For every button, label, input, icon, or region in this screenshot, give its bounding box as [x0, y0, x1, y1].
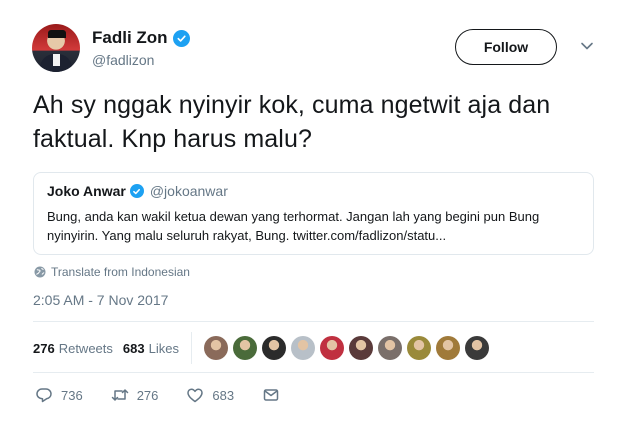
- chevron-down-icon[interactable]: [579, 38, 595, 54]
- quoted-tweet-text: Bung, anda kan wakil ketua dewan yang te…: [47, 209, 540, 243]
- liker-avatar[interactable]: [261, 336, 286, 360]
- tweet-timestamp[interactable]: 2:05 AM - 7 Nov 2017: [33, 292, 168, 308]
- liker-avatar[interactable]: [377, 336, 402, 360]
- envelope-icon: [263, 389, 279, 401]
- liker-avatar[interactable]: [203, 336, 228, 360]
- quoted-tweet[interactable]: Joko Anwar @jokoanwar Bung, anda kan wak…: [33, 172, 594, 255]
- direct-message-button[interactable]: [262, 386, 280, 404]
- liker-avatar[interactable]: [435, 336, 460, 360]
- globe-icon: [34, 266, 46, 278]
- reply-count: 736: [61, 387, 83, 403]
- follow-button[interactable]: Follow: [455, 29, 557, 65]
- tweet-actions: 736 276 683: [35, 386, 308, 404]
- stats-separator: [190, 332, 192, 364]
- author-display-name[interactable]: Fadli Zon: [92, 28, 168, 48]
- retweets-stat[interactable]: 276 Retweets: [33, 341, 113, 356]
- translate-link[interactable]: Translate from Indonesian: [34, 265, 190, 279]
- retweet-button[interactable]: 276: [111, 386, 159, 404]
- liker-avatar[interactable]: [290, 336, 315, 360]
- tweet-stats: 276 Retweets 683 Likes: [33, 332, 489, 364]
- liker-avatars: [203, 336, 489, 360]
- reply-button[interactable]: 736: [35, 386, 83, 404]
- quoted-author-name: Joko Anwar: [47, 183, 126, 199]
- author-name-row[interactable]: Fadli Zon: [92, 28, 190, 48]
- tweet-header: Fadli Zon @fadlizon Follow: [32, 20, 602, 76]
- retweet-count: 276: [136, 387, 159, 403]
- liker-avatar[interactable]: [406, 336, 431, 360]
- verified-badge-icon: [172, 29, 190, 47]
- like-count: 683: [212, 387, 235, 403]
- heart-icon: [187, 388, 204, 403]
- liker-avatar[interactable]: [348, 336, 373, 360]
- liker-avatar[interactable]: [464, 336, 489, 360]
- quoted-author-handle: @jokoanwar: [149, 183, 228, 199]
- translate-label[interactable]: Translate from Indonesian: [51, 265, 190, 279]
- author-avatar[interactable]: [32, 24, 80, 72]
- retweets-label: Retweets: [58, 340, 113, 356]
- reply-icon: [36, 388, 52, 403]
- tweet-text: Ah sy nggak nyinyir kok, cuma ngetwit aj…: [33, 91, 551, 153]
- likes-count: 683: [122, 340, 145, 356]
- divider-top: [33, 321, 594, 322]
- liker-avatar[interactable]: [319, 336, 344, 360]
- likes-stat[interactable]: 683 Likes: [123, 341, 179, 356]
- like-button[interactable]: 683: [186, 386, 234, 404]
- liker-avatar[interactable]: [232, 336, 257, 360]
- divider-bottom: [33, 372, 594, 373]
- retweet-icon: [111, 389, 128, 401]
- retweets-count: 276: [33, 340, 55, 356]
- quoted-verified-badge-icon: [129, 184, 144, 198]
- likes-label: Likes: [148, 340, 179, 356]
- author-handle[interactable]: @fadlizon: [92, 52, 154, 68]
